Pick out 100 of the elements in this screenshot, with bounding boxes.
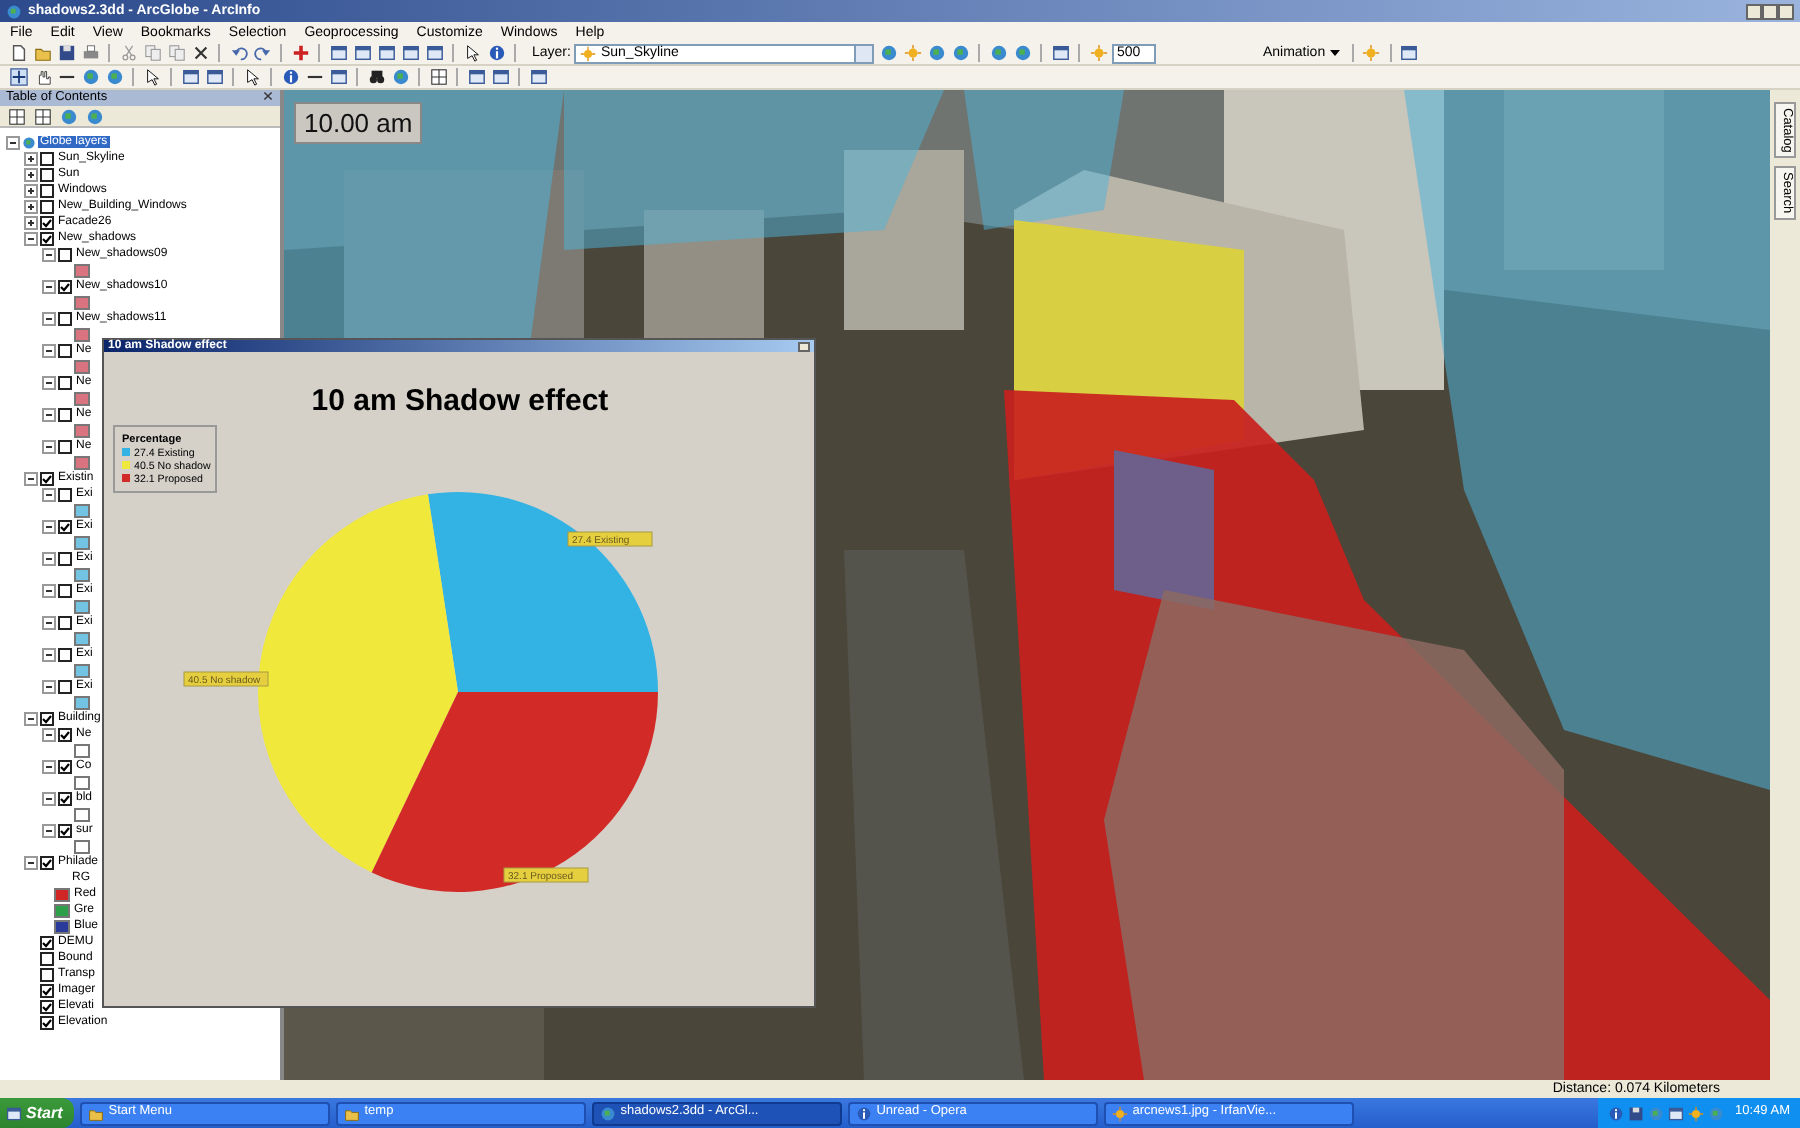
layer-checkbox[interactable] <box>58 487 72 501</box>
printer-icon[interactable] <box>81 44 99 62</box>
tree-toggle[interactable] <box>42 375 56 389</box>
tree-toggle[interactable] <box>24 711 38 725</box>
layer-checkbox[interactable] <box>40 711 54 725</box>
start-button[interactable]: Start <box>0 1098 75 1128</box>
close-icon[interactable] <box>262 90 274 103</box>
layer-checkbox[interactable] <box>58 791 72 805</box>
layer-checkbox[interactable] <box>40 983 54 997</box>
tree-toggle[interactable] <box>42 647 56 661</box>
close-button[interactable] <box>1778 3 1794 19</box>
window-icon[interactable] <box>1051 44 1070 62</box>
layer-checkbox[interactable] <box>58 279 72 293</box>
window-icon[interactable] <box>529 68 547 86</box>
layer-checkbox[interactable] <box>58 407 72 421</box>
info-icon[interactable] <box>281 68 299 86</box>
tree-toggle[interactable] <box>42 519 56 533</box>
grid-icon[interactable] <box>429 68 447 86</box>
tree-toggle[interactable] <box>24 855 38 869</box>
minimize-button[interactable] <box>1746 3 1762 19</box>
layer-checkbox[interactable] <box>40 151 54 165</box>
layer-checkbox[interactable] <box>58 615 72 629</box>
tree-toggle[interactable] <box>24 199 38 213</box>
tree-toggle[interactable] <box>42 791 56 805</box>
layer-checkbox[interactable] <box>58 247 72 261</box>
window-icon[interactable] <box>377 44 395 62</box>
layer-checkbox[interactable] <box>58 727 72 741</box>
layer-checkbox[interactable] <box>58 823 72 837</box>
layer-checkbox[interactable] <box>58 439 72 453</box>
globe-icon[interactable] <box>85 107 103 125</box>
tree-toggle[interactable] <box>42 343 56 357</box>
layer-checkbox[interactable] <box>58 519 72 533</box>
cross-icon[interactable] <box>191 44 209 62</box>
pointer-icon[interactable] <box>243 68 261 86</box>
layer-checkbox[interactable] <box>40 951 54 965</box>
binoculars-icon[interactable] <box>367 68 385 86</box>
tree-toggle[interactable] <box>42 727 56 741</box>
window-icon[interactable] <box>329 44 347 62</box>
layer-checkbox[interactable] <box>40 199 54 213</box>
hand-icon[interactable] <box>33 68 51 86</box>
tree-toggle[interactable] <box>24 231 38 245</box>
tree-toggle[interactable] <box>24 183 38 197</box>
globe-icon[interactable] <box>105 68 123 86</box>
undo-icon[interactable] <box>229 44 247 62</box>
layer-checkbox[interactable] <box>40 167 54 181</box>
grid-icon[interactable] <box>7 107 25 125</box>
scissors-icon[interactable] <box>119 44 137 62</box>
window-icon[interactable] <box>205 68 223 86</box>
tree-toggle[interactable] <box>42 583 56 597</box>
tree-toggle[interactable] <box>42 615 56 629</box>
tree-toggle[interactable] <box>42 439 56 453</box>
window-icon[interactable] <box>181 68 199 86</box>
globe-icon[interactable] <box>81 68 99 86</box>
tree-toggle[interactable] <box>6 135 20 149</box>
layer-checkbox[interactable] <box>40 967 54 981</box>
layer-checkbox[interactable] <box>40 183 54 197</box>
grid-icon[interactable] <box>33 107 51 125</box>
layer-checkbox[interactable] <box>40 215 54 229</box>
tree-toggle[interactable] <box>24 471 38 485</box>
tree-toggle[interactable] <box>24 215 38 229</box>
crosshair-icon[interactable] <box>9 68 27 86</box>
window-icon[interactable] <box>491 68 509 86</box>
window-icon[interactable] <box>1400 44 1419 62</box>
tree-toggle[interactable] <box>42 311 56 325</box>
layer-checkbox[interactable] <box>40 935 54 949</box>
tree-toggle[interactable] <box>42 759 56 773</box>
layer-checkbox[interactable] <box>58 551 72 565</box>
layer-checkbox[interactable] <box>40 999 54 1013</box>
maximize-button[interactable] <box>1762 3 1778 19</box>
tree-toggle[interactable] <box>42 247 56 261</box>
window-icon[interactable] <box>425 44 443 62</box>
layer-checkbox[interactable] <box>58 647 72 661</box>
tree-toggle[interactable] <box>42 679 56 693</box>
tree-toggle[interactable] <box>42 823 56 837</box>
window-icon[interactable] <box>467 68 485 86</box>
layer-checkbox[interactable] <box>58 375 72 389</box>
layer-checkbox[interactable] <box>58 759 72 773</box>
layer-checkbox[interactable] <box>58 583 72 597</box>
layer-checkbox[interactable] <box>40 471 54 485</box>
window-icon[interactable] <box>329 68 347 86</box>
tree-toggle[interactable] <box>42 487 56 501</box>
layer-checkbox[interactable] <box>58 679 72 693</box>
tree-toggle[interactable] <box>42 551 56 565</box>
maximize-button[interactable] <box>798 341 810 351</box>
layer-checkbox[interactable] <box>40 855 54 869</box>
pointer-icon[interactable] <box>143 68 161 86</box>
tree-toggle[interactable] <box>42 407 56 421</box>
layer-checkbox[interactable] <box>58 311 72 325</box>
globe-icon[interactable] <box>989 44 1008 62</box>
tree-toggle[interactable] <box>24 167 38 181</box>
window-icon[interactable] <box>353 44 371 62</box>
globe-icon[interactable] <box>391 68 409 86</box>
layer-checkbox[interactable] <box>40 231 54 245</box>
redo-icon[interactable] <box>253 44 271 62</box>
layer-checkbox[interactable] <box>58 343 72 357</box>
globe-icon[interactable] <box>1013 44 1032 62</box>
info-icon[interactable] <box>487 44 505 62</box>
plus-icon[interactable] <box>291 44 309 62</box>
globe-icon[interactable] <box>927 44 946 62</box>
globe-icon[interactable] <box>59 107 77 125</box>
